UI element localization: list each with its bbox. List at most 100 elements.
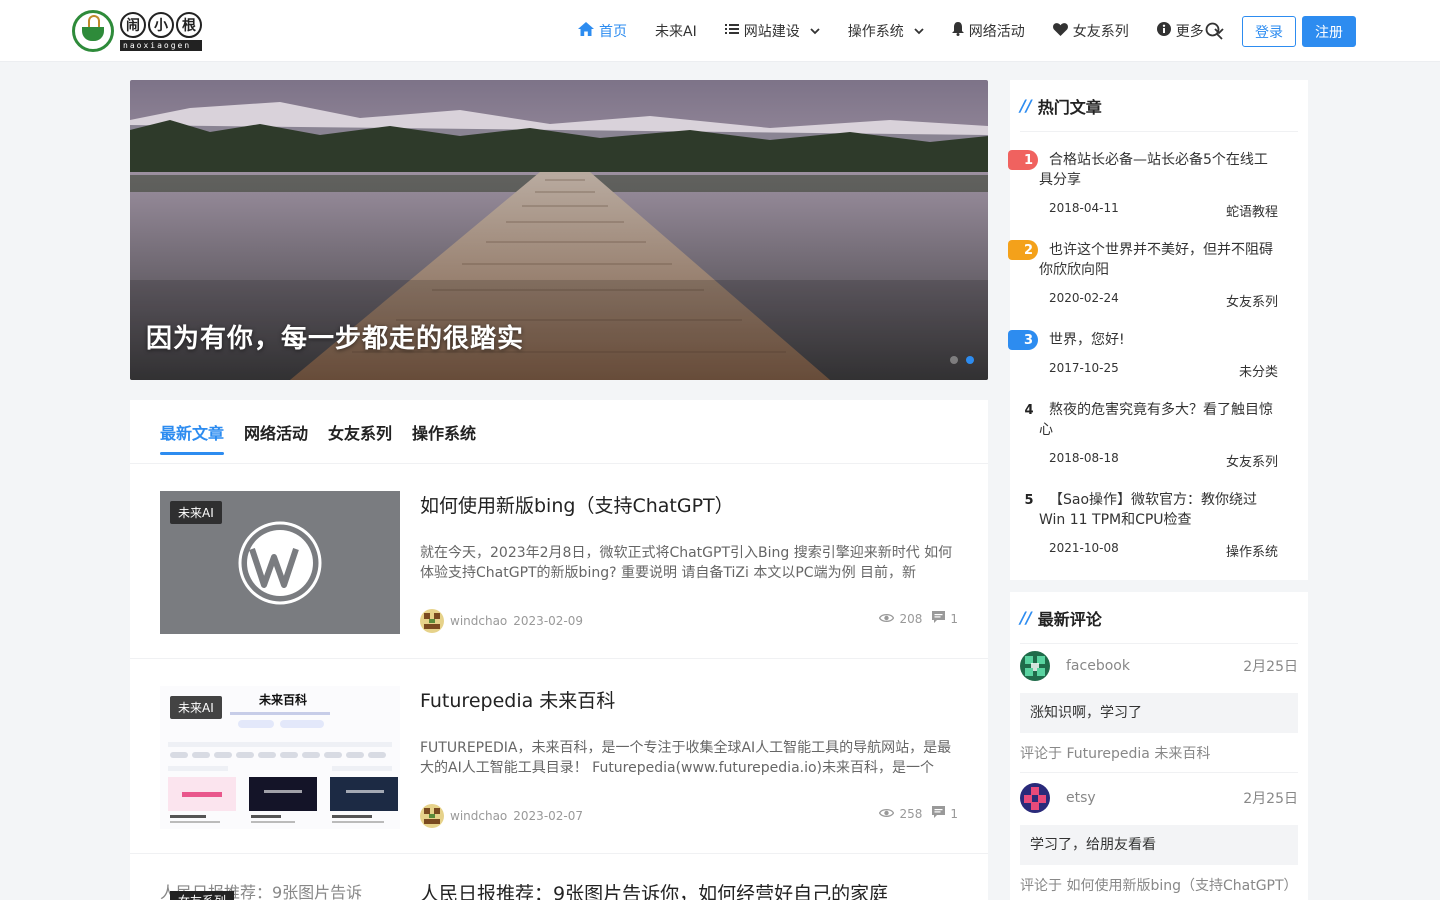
post-tabs: 最新文章 网络活动 女友系列 操作系统 [130,400,988,464]
hot-article-category[interactable]: 操作系统 [1226,541,1278,560]
comment-count: 1 [950,806,958,821]
comment-post-link[interactable]: 评论于 Futurepedia 未来百科 [1020,743,1298,765]
post-thumbnail[interactable]: 未来百科 未来AI [160,686,400,829]
chevron-down-icon [810,25,820,38]
comment-post-link[interactable]: 评论于 如何使用新版bing（支持ChatGPT） [1020,875,1298,897]
hot-article-category[interactable]: 未分类 [1239,361,1278,380]
post-item: 人民日报推荐：9张图片告诉 女友系列 人民日报推荐：9张图片告诉你，如何经营好自… [130,855,988,900]
comment-icon [932,611,946,626]
comment-user[interactable]: etsy [1066,790,1096,806]
tab-os[interactable]: 操作系统 [412,400,476,464]
rank-badge: 2 [1008,240,1038,260]
slash-icon: // [1020,608,1032,627]
tab-events[interactable]: 网络活动 [244,400,308,464]
nav-item-home[interactable]: 首页 [578,21,627,41]
comment-user[interactable]: facebook [1066,658,1130,674]
tab-girlfriend[interactable]: 女友系列 [328,400,392,464]
nav-label: 女友系列 [1072,24,1129,40]
eye-icon [879,807,895,821]
post-item: 未来百科 未来AI Futurepedia 未来百科 FUTUREPEDIA，未… [130,660,988,854]
hot-article-category[interactable]: 女友系列 [1226,451,1278,470]
nav-item-os[interactable]: 操作系统 [848,21,924,41]
post-excerpt: FUTUREPEDIA，未来百科，是一个专注于收集全球AI人工智能工具的导航网站… [420,740,952,776]
post-meta: windchao 2023-02-09 [420,609,583,633]
heart-icon [1052,22,1068,40]
widget-title-text: 热门文章 [1037,97,1102,117]
logo-char: 小 [148,11,174,38]
widget-title: // 最新评论 [1020,592,1298,644]
comment-date: 2月25日 [1243,659,1298,675]
rank-badge: 3 [1008,330,1038,350]
post-thumbnail[interactable]: 未来AI [160,491,400,634]
hot-articles-widget: // 热门文章 1 合格站长必备—站长必备5个在线工具分享 2018-04-11… [1008,80,1308,580]
slider-dot[interactable] [950,356,958,364]
nav-item-girlfriend[interactable]: 女友系列 [1052,21,1129,41]
nav-item-events[interactable]: 网络活动 [951,21,1025,41]
widget-title: // 热门文章 [1020,80,1298,132]
post-list: 最新文章 网络活动 女友系列 操作系统 未来AI 如何使用新版bing（支持Ch… [130,400,988,900]
hot-article-title[interactable]: 【Sao操作】微软官方：教你绕过Win 11 TPM和CPU检查 [1039,490,1279,530]
comment-text[interactable]: 涨知识啊，学习了 [1020,693,1298,733]
comment-text[interactable]: 学习了，给朋友看看 [1020,825,1298,865]
search-icon[interactable] [1205,22,1223,40]
category-badge[interactable]: 未来AI [170,501,222,524]
hot-article-title[interactable]: 也许这个世界并不美好，但并不阻碍你欣欣向阳 [1039,240,1279,280]
post-thumbnail[interactable]: 人民日报推荐：9张图片告诉 女友系列 [160,879,400,900]
nav-label: 操作系统 [847,24,904,40]
site-logo[interactable]: 闹 小 根 naoxiaogen [72,9,202,53]
post-meta: windchao 2023-02-07 [420,804,583,828]
view-count: 208 [899,611,923,626]
nav-label: 网站建设 [743,24,800,40]
hot-article-title[interactable]: 熬夜的危害究竟有多大？看了触目惊心 [1039,400,1279,440]
nav-label: 未来AI [655,24,697,40]
nav-label: 首页 [599,24,627,40]
hot-article-title[interactable]: 合格站长必备—站长必备5个在线工具分享 [1039,150,1279,190]
avatar[interactable] [420,804,444,828]
post-item: 未来AI 如何使用新版bing（支持ChatGPT） 就在今天，2023年2月8… [130,465,988,659]
view-count: 258 [899,806,923,821]
nav-item-future-ai[interactable]: 未来AI [655,21,697,41]
latest-comments-widget: // 最新评论 facebook 2月25日 涨知识啊，学习了 评论于 Futu… [1010,592,1308,900]
post-author[interactable]: windchao [450,809,507,823]
hot-article-date: 2018-08-18 [1049,451,1119,465]
post-title[interactable]: 如何使用新版bing（支持ChatGPT） [420,491,734,518]
comment-item: etsy 2月25日 学习了，给朋友看看 评论于 如何使用新版bing（支持Ch… [1020,783,1298,897]
slider-dot-active[interactable] [966,356,974,364]
slash-icon: // [1020,96,1032,115]
hot-article-category[interactable]: 蛇语教程 [1226,201,1278,220]
comment-count: 1 [950,611,958,626]
hot-article-date: 2017-10-25 [1049,361,1119,375]
register-button[interactable]: 注册 [1302,16,1356,47]
post-excerpt: 就在今天，2023年2月8日，微软正式将ChatGPT引入Bing 搜索引擎迎来… [420,545,953,581]
rank-badge: 1 [1008,150,1038,170]
post-author[interactable]: windchao [450,614,507,628]
post-stats: 208 1 [879,611,958,626]
avatar[interactable] [420,609,444,633]
avatar[interactable] [1020,783,1050,813]
site-header: 闹 小 根 naoxiaogen 首页 未来AI 网站建设 操作系统 网络活动 … [0,0,1440,62]
nav-item-web-build[interactable]: 网站建设 [724,21,820,41]
tab-latest[interactable]: 最新文章 [160,400,225,464]
slider-dots [950,356,974,364]
category-badge[interactable]: 女友系列 [170,891,235,900]
bell-icon [951,22,964,40]
post-date: 2023-02-07 [513,809,584,823]
post-title[interactable]: Futurepedia 未来百科 [420,686,615,713]
avatar[interactable] [1020,651,1050,681]
hot-article-date: 2018-04-11 [1049,201,1119,215]
hero-caption[interactable]: 因为有你，每一步都走的很踏实 [146,318,524,355]
hot-article-category[interactable]: 女友系列 [1226,291,1278,310]
comment-item: facebook 2月25日 涨知识啊，学习了 评论于 Futurepedia … [1020,651,1298,765]
divider [1020,772,1298,773]
widget-title-text: 最新评论 [1037,609,1102,629]
hot-article-date: 2021-10-08 [1049,541,1119,555]
hero-slider[interactable]: 因为有你，每一步都走的很踏实 [130,80,988,380]
list-icon [724,23,739,39]
tea-cup-icon [72,10,114,52]
post-date: 2023-02-09 [513,614,584,628]
hot-article-title[interactable]: 世界，您好! [1039,330,1279,350]
login-button[interactable]: 登录 [1242,16,1296,47]
post-title[interactable]: 人民日报推荐：9张图片告诉你，如何经营好自己的家庭 [420,879,888,900]
nav-label: 更多 [1175,24,1204,40]
category-badge[interactable]: 未来AI [170,696,222,719]
